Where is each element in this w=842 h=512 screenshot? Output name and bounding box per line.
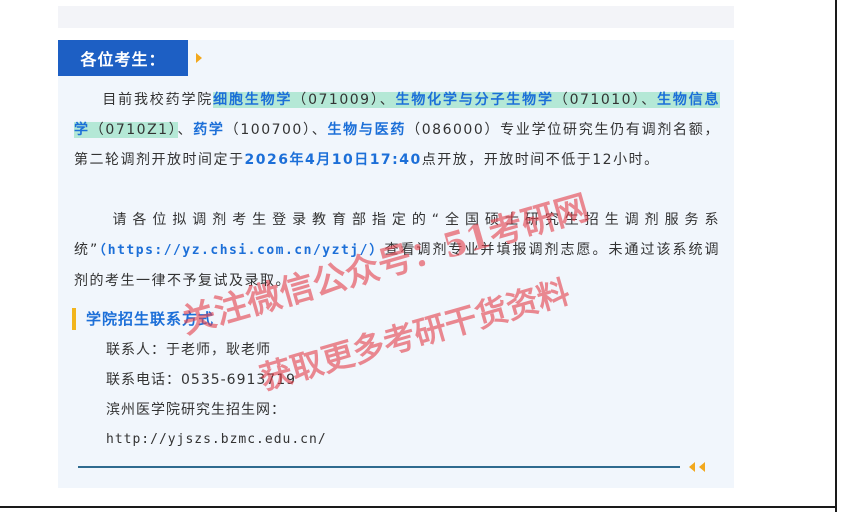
notice-intro: 目前我校药学院 <box>102 92 214 108</box>
major-cell-biology: 细胞生物学 <box>213 92 293 108</box>
contact-section-title: 学院招生联系方式 <box>86 310 215 328</box>
frame-border-bottom <box>0 506 837 508</box>
frame-border-right <box>835 0 837 512</box>
greeting-title: 各位考生： <box>80 50 166 69</box>
major-bio-medicine: 生物与医药 <box>327 122 407 138</box>
arrow-left-icon <box>699 462 705 472</box>
contact-person: 联系人：于老师，耿老师 <box>106 342 271 358</box>
adjustment-system-link[interactable]: （https://yz.chsi.com.cn/yztj/） <box>99 243 385 258</box>
major-pharmacy: 药学 <box>193 122 225 138</box>
contact-phone: 联系电话：0535-6913719 <box>106 372 297 388</box>
arrow-right-icon <box>196 53 202 63</box>
greeting-header: 各位考生： <box>58 40 188 76</box>
major-code-4: （100700）、 <box>224 122 328 138</box>
major-sep-3: 、 <box>177 122 194 138</box>
notice-tail: 点开放，开放时间不低于12小时。 <box>421 152 660 168</box>
arrow-left-icon <box>689 462 695 472</box>
admission-site-link[interactable]: http://yjszs.bzmc.edu.cn/ <box>106 429 327 451</box>
major-code-2: （071010）、 <box>553 92 658 108</box>
bottom-divider <box>78 466 680 468</box>
open-datetime: 2026年4月10日17:40 <box>244 152 422 168</box>
instruction-paragraph: 请各位拟调剂考生登录教育部指定的“全国硕士研究生招生调剂服务系统”（https:… <box>74 205 720 296</box>
admission-site-label: 滨州医学院研究生招生网： <box>106 402 286 418</box>
notice-paragraph: 目前我校药学院细胞生物学（071009）、生物化学与分子生物学（071010）、… <box>74 85 721 175</box>
major-biochemistry: 生物化学与分子生物学 <box>395 92 554 108</box>
top-strip <box>58 6 734 28</box>
major-code-3: （0710Z1） <box>89 122 178 138</box>
section-marker <box>72 308 76 330</box>
major-code-1: （071009）、 <box>292 92 396 108</box>
